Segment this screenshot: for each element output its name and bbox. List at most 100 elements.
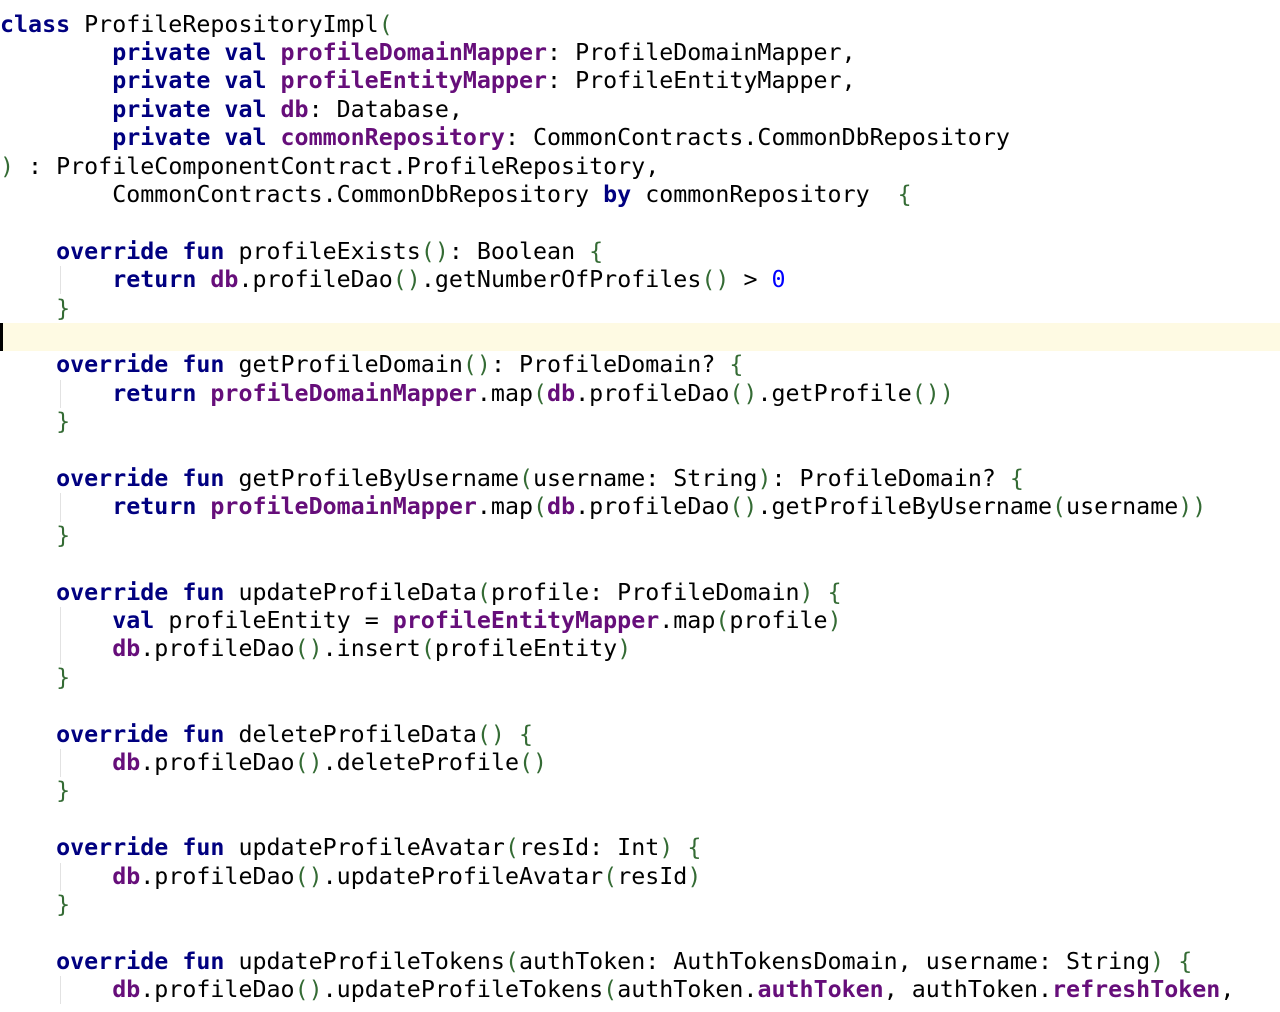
code-token: db bbox=[112, 862, 141, 890]
code-token: ) bbox=[1150, 947, 1165, 975]
code-token: : ProfileDomain? bbox=[490, 351, 730, 379]
code-line: CommonContracts.CommonDbRepository by co… bbox=[0, 181, 1280, 209]
code-token: , authToken. bbox=[883, 976, 1053, 1004]
code-token: .updateProfileTokens bbox=[322, 976, 604, 1004]
code-token: { bbox=[687, 834, 702, 862]
code-token: override fun bbox=[56, 237, 239, 265]
code-token: .getProfileByUsername bbox=[757, 493, 1053, 521]
code-token: : CommonContracts.CommonDbRepository bbox=[504, 124, 1010, 152]
code-line: class ProfileRepositoryImpl( bbox=[0, 11, 1280, 39]
code-line: db.profileDao().updateProfileAvatar(resI… bbox=[0, 863, 1280, 891]
code-token: ) bbox=[757, 464, 772, 492]
code-token: () bbox=[519, 748, 548, 776]
code-token: authToken: AuthTokensDomain, username: S… bbox=[518, 947, 1151, 975]
code-token: override fun bbox=[56, 464, 239, 492]
code-token: : Database, bbox=[308, 95, 463, 123]
code-token: .map bbox=[476, 493, 534, 521]
code-token: profileExists bbox=[238, 237, 421, 265]
code-token: updateProfileTokens bbox=[238, 947, 505, 975]
code-token: val bbox=[112, 606, 169, 634]
code-token: profileEntityMapper bbox=[392, 606, 660, 634]
code-token: commonRepository bbox=[280, 124, 505, 152]
code-token: .profileDao bbox=[575, 493, 730, 521]
code-token: db bbox=[547, 379, 576, 407]
code-token: commonRepository bbox=[645, 180, 898, 208]
code-token: override fun bbox=[56, 947, 239, 975]
code-token: db bbox=[112, 976, 141, 1004]
code-token: ) bbox=[799, 578, 814, 606]
code-token: refreshToken bbox=[1052, 976, 1221, 1004]
code-token: ) bbox=[659, 834, 674, 862]
code-token: getProfileByUsername bbox=[238, 464, 519, 492]
code-token: ( bbox=[420, 635, 435, 663]
code-line: } bbox=[0, 295, 1280, 323]
code-line: private val profileEntityMapper: Profile… bbox=[0, 67, 1280, 95]
code-token: ( bbox=[518, 464, 534, 492]
code-token: () bbox=[294, 862, 323, 890]
code-token: return bbox=[112, 266, 211, 294]
code-token: resId: Int bbox=[518, 834, 660, 862]
code-token: } bbox=[56, 890, 71, 918]
code-line: override fun deleteProfileData() { bbox=[0, 721, 1280, 749]
code-line: override fun profileExists(): Boolean { bbox=[0, 238, 1280, 266]
code-token: } bbox=[56, 294, 71, 322]
code-line: } bbox=[0, 777, 1280, 805]
code-token: CommonContracts.CommonDbRepository bbox=[0, 180, 604, 208]
code-token: ( bbox=[533, 493, 548, 521]
code-line: override fun updateProfileTokens(authTok… bbox=[0, 948, 1280, 976]
code-line: private val commonRepository: CommonCont… bbox=[0, 124, 1280, 152]
code-token: ( bbox=[378, 10, 393, 38]
code-token: 0 bbox=[771, 266, 786, 294]
code-token: ProfileRepositoryImpl bbox=[84, 10, 379, 38]
code-line: private val db: Database, bbox=[0, 96, 1280, 124]
code-token: { bbox=[897, 180, 912, 208]
code-token: db bbox=[280, 95, 309, 123]
code-token: () bbox=[701, 266, 730, 294]
code-token: ( bbox=[603, 862, 618, 890]
code-token: .profileDao bbox=[140, 748, 295, 776]
code-token: private val bbox=[112, 95, 281, 123]
code-token: } bbox=[56, 777, 71, 805]
code-token: .profileDao bbox=[575, 379, 730, 407]
code-token: profileEntity bbox=[434, 635, 618, 663]
code-token: .updateProfileAvatar bbox=[322, 862, 604, 890]
code-token: { bbox=[827, 578, 842, 606]
code-token: () bbox=[294, 635, 323, 663]
code-token: ( bbox=[533, 379, 548, 407]
code-token: { bbox=[729, 351, 744, 379]
code-token: : ProfileDomain? bbox=[771, 464, 1010, 492]
code-token: ()) bbox=[911, 379, 954, 407]
code-token: () bbox=[294, 748, 323, 776]
code-line: return profileDomainMapper.map(db.profil… bbox=[0, 493, 1280, 521]
code-token: private val bbox=[112, 38, 281, 66]
code-token: () bbox=[420, 237, 449, 265]
code-token: .deleteProfile bbox=[322, 748, 520, 776]
code-token: return bbox=[112, 493, 211, 521]
code-token: db bbox=[210, 266, 239, 294]
code-token: by bbox=[603, 180, 646, 208]
code-token: db bbox=[112, 748, 141, 776]
code-token: ( bbox=[1052, 493, 1067, 521]
code-line: ) : ProfileComponentContract.ProfileRepo… bbox=[0, 153, 1280, 181]
code-token: { bbox=[589, 237, 604, 265]
code-token: ( bbox=[715, 606, 730, 634]
code-token: .profileDao bbox=[140, 862, 295, 890]
code-editor[interactable]: class ProfileRepositoryImpl( private val… bbox=[0, 0, 1280, 1012]
